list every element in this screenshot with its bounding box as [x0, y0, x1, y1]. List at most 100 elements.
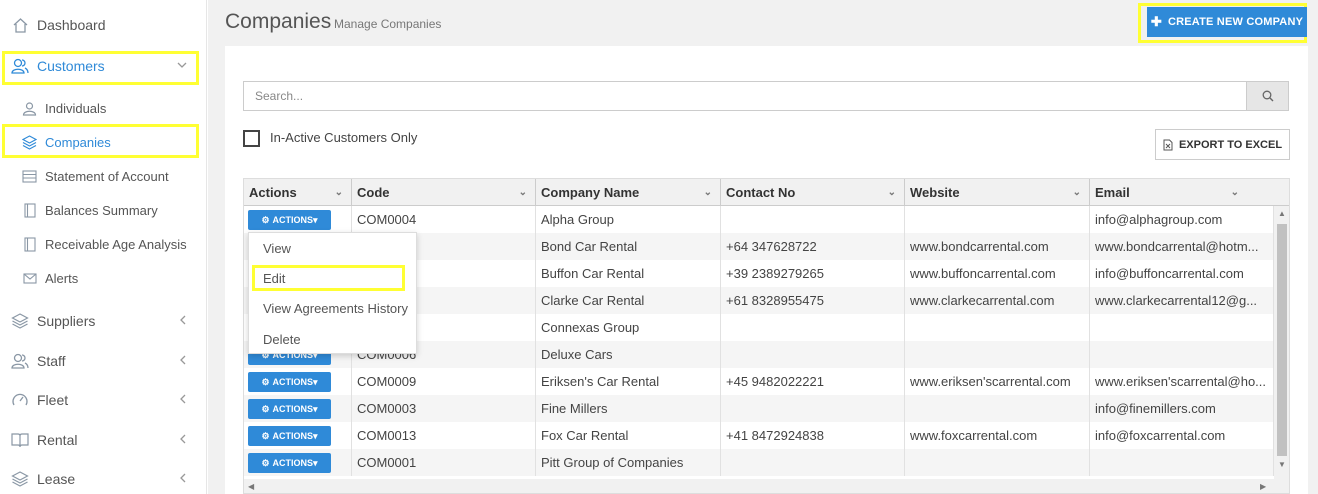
cell-website: www.clarkecarrental.com [905, 287, 1090, 314]
actions-button[interactable]: ⚙ACTIONS ▾ [248, 210, 331, 230]
cell-website [905, 206, 1090, 233]
table-row: ⚙ ACTIONS ▾ COM0001 Pitt Group of Companies [244, 449, 1274, 476]
cell-code: COM0013 [352, 422, 536, 449]
cell-contact: +61 8328955475 [721, 287, 905, 314]
nav-lease-label: Lease [37, 471, 76, 487]
nav-staff[interactable]: Staff [0, 346, 207, 376]
menu-item-delete[interactable]: Delete [263, 332, 301, 347]
book-icon [11, 431, 29, 449]
chevron-left-icon [179, 433, 187, 447]
nav-individuals[interactable]: Individuals [0, 95, 207, 121]
mail-icon [22, 271, 37, 286]
cell-email [1090, 449, 1274, 476]
nav-statement[interactable]: Statement of Account [0, 163, 207, 189]
caret-down-icon: ▾ [313, 214, 318, 225]
chevron-left-icon [179, 354, 187, 368]
nav-dashboard[interactable]: Dashboard [0, 10, 207, 40]
column-actions[interactable]: Actions ⌄ [244, 179, 352, 206]
actions-button[interactable]: ⚙ACTIONS ▾ [248, 372, 331, 392]
gear-icon: ⚙ [261, 214, 270, 225]
horizontal-scrollbar[interactable]: ◀ ▶ [244, 479, 1274, 493]
users-icon [11, 352, 29, 370]
cell-name: Connexas Group [536, 314, 721, 341]
cell-website [905, 341, 1090, 368]
cell-actions: ⚙ACTIONS ▾ [244, 449, 352, 476]
gear-icon: ⚙ [261, 376, 270, 387]
actions-button-label: ACTIONS [272, 431, 314, 441]
menu-item-view[interactable]: View [263, 241, 291, 256]
scroll-down-icon[interactable]: ▼ [1278, 460, 1286, 469]
cell-email: info@foxcarrental.com [1090, 422, 1274, 449]
column-label: Email [1095, 185, 1130, 200]
document-icon [22, 202, 37, 218]
nav-rental-label: Rental [37, 432, 78, 448]
cell-website: www.buffoncarrental.com [905, 260, 1090, 287]
table-row: ⚙ ACTIONS ▾ COM0009 Eriksen's Car Rental +45… [244, 368, 1274, 395]
cell-email: www.bondcarrental@hotm... [1090, 233, 1274, 260]
file-excel-icon [1163, 139, 1173, 150]
cell-website [905, 449, 1090, 476]
cell-name: Fox Car Rental [536, 422, 721, 449]
actions-button[interactable]: ⚙ACTIONS ▾ [248, 399, 331, 419]
cell-name: Pitt Group of Companies [536, 449, 721, 476]
cell-name: Clarke Car Rental [536, 287, 721, 314]
inactive-checkbox[interactable] [243, 130, 260, 147]
menu-item-view-agreements[interactable]: View Agreements History [263, 301, 408, 316]
nav-suppliers[interactable]: Suppliers [0, 306, 207, 336]
nav-suppliers-label: Suppliers [37, 313, 96, 329]
cell-code: COM0004 [352, 206, 536, 233]
scroll-left-icon[interactable]: ◀ [248, 482, 254, 491]
gear-icon: ⚙ [261, 430, 270, 441]
chevron-down-icon: ⌄ [887, 187, 896, 198]
cell-email: info@buffoncarrental.com [1090, 260, 1274, 287]
layers-icon [11, 312, 29, 330]
cell-contact [721, 206, 905, 233]
cell-name: Bond Car Rental [536, 233, 721, 260]
page-subtitle: Manage Companies [334, 17, 442, 31]
create-new-company-button[interactable]: ✚ CREATE NEW COMPANY [1147, 7, 1307, 37]
column-contact-no[interactable]: Contact No ⌄ [721, 179, 905, 206]
nav-fleet[interactable]: Fleet [0, 385, 207, 415]
highlight-edit [252, 265, 405, 291]
search-input[interactable] [243, 81, 1247, 111]
chevron-left-icon [179, 393, 187, 407]
nav-individuals-label: Individuals [45, 100, 107, 116]
nav-lease[interactable]: Lease [0, 464, 207, 494]
chevron-down-icon: ⌄ [1072, 187, 1081, 198]
export-excel-label: EXPORT TO EXCEL [1178, 138, 1283, 151]
column-code[interactable]: Code ⌄ [352, 179, 536, 206]
actions-button[interactable]: ⚙ACTIONS ▾ [248, 453, 331, 473]
nav-rental[interactable]: Rental [0, 425, 207, 455]
column-company-name[interactable]: Company Name ⌄ [536, 179, 721, 206]
caret-down-icon: ▾ [313, 457, 318, 468]
column-label: Website [910, 185, 960, 200]
actions-dropdown-menu: View Edit View Agreements History Delete [248, 232, 417, 354]
gauge-icon [11, 391, 29, 409]
column-website[interactable]: Website ⌄ [905, 179, 1090, 206]
search-button[interactable] [1246, 81, 1289, 111]
document-icon [22, 236, 37, 252]
column-email[interactable]: Email ⌄ [1090, 179, 1289, 206]
cell-actions: ⚙ACTIONS ▾ [244, 368, 352, 395]
nav-receivable[interactable]: Receivable Age Analysis [0, 231, 207, 257]
scroll-up-icon[interactable]: ▲ [1278, 209, 1286, 218]
cell-code: COM0001 [352, 449, 536, 476]
actions-button[interactable]: ⚙ACTIONS ▾ [248, 426, 331, 446]
cell-contact [721, 449, 905, 476]
home-icon [11, 16, 29, 34]
chevron-left-icon [179, 472, 187, 486]
nav-balances[interactable]: Balances Summary [0, 197, 207, 223]
cell-code: COM0003 [352, 395, 536, 422]
caret-down-icon: ▾ [313, 376, 318, 387]
cell-contact [721, 341, 905, 368]
nav-dashboard-label: Dashboard [37, 17, 106, 33]
cell-email: info@finemillers.com [1090, 395, 1274, 422]
column-label: Actions [249, 185, 297, 200]
scroll-thumb[interactable] [1277, 224, 1287, 456]
cell-website [905, 314, 1090, 341]
scroll-right-icon[interactable]: ▶ [1260, 482, 1266, 491]
actions-button-label: ACTIONS [272, 215, 314, 225]
export-excel-button[interactable]: EXPORT TO EXCEL [1155, 129, 1290, 160]
nav-alerts[interactable]: Alerts [0, 265, 207, 291]
vertical-scrollbar[interactable]: ▲ ▼ [1274, 206, 1289, 493]
